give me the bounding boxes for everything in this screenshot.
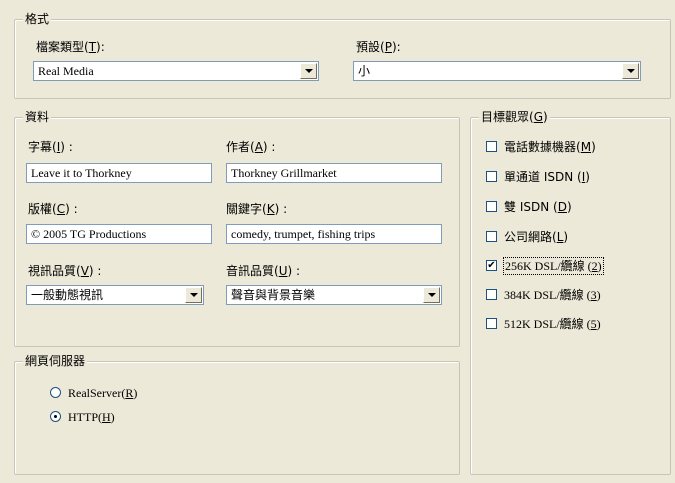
video-quality-label: 視訊品質(V) : (28, 264, 102, 278)
dual-isdn-checkbox[interactable] (486, 201, 497, 212)
dual-isdn-label: 雙 ISDN (D) (504, 200, 572, 214)
modem-checkbox[interactable] (486, 141, 497, 152)
corporate-lan-checkbox[interactable] (486, 231, 497, 242)
512k-dsl-checkbox[interactable] (486, 318, 497, 329)
preset-dropdown[interactable]: 小 (353, 61, 641, 81)
corporate-lan-label: 公司網路(L) (504, 230, 569, 244)
chevron-down-icon[interactable] (300, 63, 317, 79)
copyright-label: 版權(C) : (28, 202, 78, 216)
radio-http-label: HTTP(H) (68, 410, 115, 424)
author-label: 作者(A) : (226, 140, 276, 154)
audio-quality-dropdown[interactable]: 聲音與背景音樂 (226, 285, 442, 305)
single-isdn-checkbox[interactable] (486, 171, 497, 182)
radio-realserver-label: RealServer(R) (68, 386, 138, 400)
radio-realserver-button[interactable] (50, 387, 61, 398)
video-quality-value: 一般動態視訊 (31, 288, 104, 302)
preset-label: 預設(P): (356, 40, 401, 54)
format-group: 格式 (14, 12, 671, 99)
caption-field[interactable]: Leave it to Thorkney (26, 163, 212, 183)
file-type-label: 檔案類型(T): (36, 40, 105, 54)
audio-quality-value: 聲音與背景音樂 (231, 288, 316, 302)
256k-dsl-checkbox[interactable]: ✔ (486, 260, 497, 271)
256k-dsl-label: 256K DSL/纜線 (2) (503, 257, 604, 275)
radio-http-button[interactable] (50, 411, 61, 422)
keywords-label: 關鍵字(K) : (226, 202, 288, 216)
preset-value: 小 (358, 64, 371, 78)
audio-quality-label: 音訊品質(U) : (226, 264, 301, 278)
data-group-title: 資料 (23, 110, 52, 124)
512k-dsl-label: 512K DSL/纜線 (5) (504, 317, 601, 331)
384k-dsl-label: 384K DSL/纜線 (3) (504, 288, 601, 302)
modem-label: 電話數據機器(M) (504, 140, 596, 154)
file-type-value: Real Media (38, 64, 94, 78)
video-quality-dropdown[interactable]: 一般動態視訊 (26, 285, 204, 305)
file-type-dropdown[interactable]: Real Media (33, 61, 319, 81)
keywords-field[interactable]: comedy, trumpet, fishing trips (226, 224, 442, 244)
chevron-down-icon[interactable] (622, 63, 639, 79)
caption-label: 字幕(I) : (28, 140, 73, 154)
copyright-field[interactable]: © 2005 TG Productions (26, 224, 212, 244)
chevron-down-icon[interactable] (185, 287, 202, 303)
chevron-down-icon[interactable] (423, 287, 440, 303)
format-group-title: 格式 (23, 12, 52, 26)
web-server-group-title: 網頁伺服器 (23, 354, 88, 368)
single-isdn-label: 單通道 ISDN (I) (504, 170, 590, 184)
author-field[interactable]: Thorkney Grillmarket (226, 163, 442, 183)
target-audience-group-title: 目標觀眾(G) (479, 110, 550, 124)
384k-dsl-checkbox[interactable] (486, 289, 497, 300)
checkmark-icon: ✔ (487, 260, 496, 271)
